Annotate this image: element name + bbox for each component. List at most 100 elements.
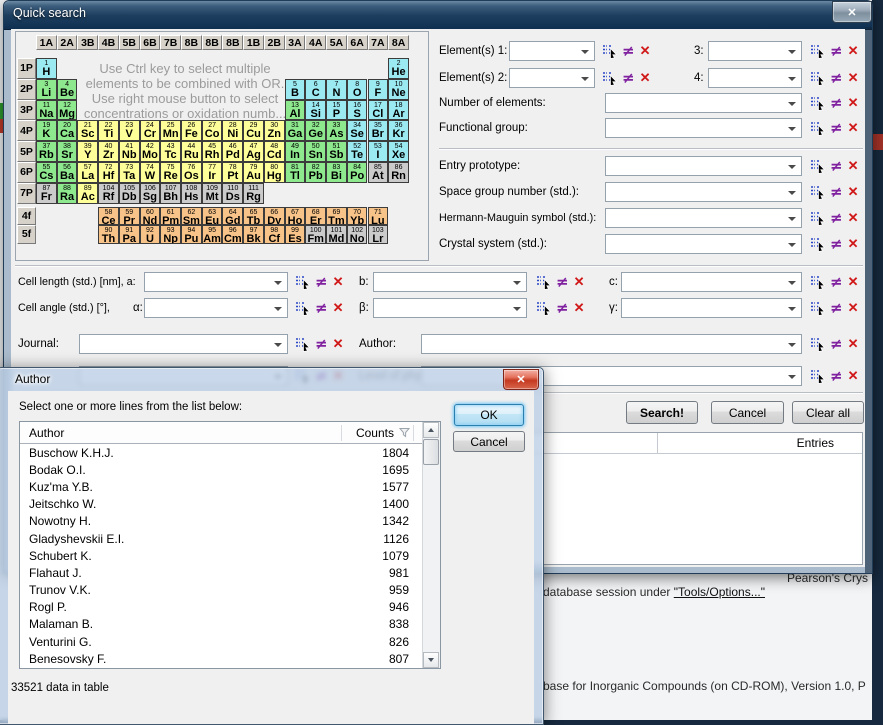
select-from-list-icon[interactable] — [601, 43, 617, 59]
journal-combo[interactable] — [79, 334, 288, 354]
author-list-item[interactable]: Bodak O.I. 1695 — [20, 461, 422, 478]
element-cell[interactable]: 42 Mo — [140, 141, 161, 162]
element-cell[interactable]: 23 V — [119, 120, 140, 141]
element-cell[interactable]: 71 Lu — [368, 207, 389, 226]
group-header[interactable]: 8B — [202, 35, 223, 50]
not-equal-icon[interactable]: ≠ — [830, 336, 843, 352]
element2-combo[interactable] — [509, 68, 595, 88]
element-cell[interactable]: 97 Bk — [243, 225, 264, 244]
functional-group-combo[interactable] — [605, 118, 802, 138]
element-cell[interactable]: 37 Rb — [36, 141, 57, 162]
element-cell[interactable]: 63 Eu — [202, 207, 223, 226]
group-header[interactable]: 3B — [77, 35, 98, 50]
element-cell[interactable]: 2 He — [388, 58, 409, 79]
element-cell[interactable]: 1 H — [36, 58, 57, 79]
element-cell[interactable]: 66 Dy — [264, 207, 285, 226]
group-header[interactable]: 8B — [181, 35, 202, 50]
element-cell[interactable]: 72 Hf — [98, 162, 119, 183]
not-equal-icon[interactable]: ≠ — [315, 274, 328, 290]
element-cell[interactable]: 79 Au — [243, 162, 264, 183]
not-equal-icon[interactable]: ≠ — [830, 274, 843, 290]
period-row-header[interactable]: 4P — [17, 120, 36, 141]
cell-a-combo[interactable] — [144, 272, 288, 292]
element-cell[interactable]: 47 Ag — [243, 141, 264, 162]
scroll-up-button[interactable] — [423, 422, 439, 438]
element-cell[interactable]: 76 Os — [181, 162, 202, 183]
element-cell[interactable]: 11 Na — [36, 100, 57, 121]
clear-field-icon[interactable]: ✕ — [574, 274, 585, 290]
select-from-list-icon[interactable] — [809, 70, 825, 86]
element-cell[interactable]: 44 Ru — [181, 141, 202, 162]
clear-field-icon[interactable]: ✕ — [574, 300, 585, 316]
author-list-item[interactable]: Kuz'ma Y.B. 1577 — [20, 478, 422, 495]
element-cell[interactable]: 91 Pa — [119, 225, 140, 244]
element-cell[interactable]: 88 Ra — [57, 183, 78, 204]
clear-field-icon[interactable]: ✕ — [848, 158, 859, 174]
element-cell[interactable]: 19 K — [36, 120, 57, 141]
clear-all-button[interactable]: Clear all — [792, 401, 864, 424]
element-cell[interactable]: 59 Pr — [119, 207, 140, 226]
element1-combo[interactable] — [509, 41, 595, 61]
clear-field-icon[interactable]: ✕ — [848, 368, 859, 384]
element-cell[interactable]: 34 Se — [347, 120, 368, 141]
element-cell[interactable]: 75 Re — [160, 162, 181, 183]
element-cell[interactable]: 17 Cl — [368, 100, 389, 121]
element-cell[interactable]: 33 As — [326, 120, 347, 141]
close-button[interactable]: ✕ — [832, 1, 872, 23]
space-group-combo[interactable] — [605, 182, 802, 202]
element-cell[interactable]: 62 Sm — [181, 207, 202, 226]
element-cell[interactable]: 24 Cr — [140, 120, 161, 141]
element-cell[interactable]: 7 N — [326, 79, 347, 100]
select-from-list-icon[interactable] — [809, 336, 825, 352]
author-list-scrollbar[interactable] — [422, 422, 440, 668]
author-list-item[interactable]: Buschow K.H.J. 1804 — [20, 444, 422, 461]
element-cell[interactable]: 15 P — [326, 100, 347, 121]
element-cell[interactable]: 78 Pt — [222, 162, 243, 183]
scrollbar-thumb[interactable] — [423, 439, 439, 465]
element-cell[interactable]: 28 Ni — [222, 120, 243, 141]
author-close-button[interactable]: ✕ — [503, 369, 539, 390]
element-cell[interactable]: 90 Th — [98, 225, 119, 244]
clear-field-icon[interactable]: ✕ — [848, 274, 859, 290]
group-header[interactable]: 4B — [98, 35, 119, 50]
not-equal-icon[interactable]: ≠ — [315, 300, 328, 316]
period-row-header[interactable]: 3P — [17, 100, 36, 121]
select-from-list-icon[interactable] — [809, 158, 825, 174]
select-from-list-icon[interactable] — [809, 300, 825, 316]
element-cell[interactable]: 53 I — [368, 141, 389, 162]
element-cell[interactable]: 6 C — [305, 79, 326, 100]
not-equal-icon[interactable]: ≠ — [830, 236, 843, 252]
element-cell[interactable]: 77 Ir — [202, 162, 223, 183]
author-list-item[interactable]: Nowotny H. 1342 — [20, 513, 422, 530]
element-cell[interactable]: 64 Gd — [222, 207, 243, 226]
not-equal-icon[interactable]: ≠ — [315, 336, 328, 352]
beta-combo[interactable] — [373, 298, 527, 318]
element-cell[interactable]: 110 Ds — [222, 183, 243, 204]
element-cell[interactable]: 25 Mn — [160, 120, 181, 141]
element-cell[interactable]: 50 Sn — [305, 141, 326, 162]
select-from-list-icon[interactable] — [809, 274, 825, 290]
group-header[interactable]: 4A — [305, 35, 326, 50]
select-from-list-icon[interactable] — [294, 274, 310, 290]
quick-search-titlebar[interactable]: Quick search ✕ — [4, 1, 872, 30]
element-cell[interactable]: 46 Pd — [222, 141, 243, 162]
element-cell[interactable]: 83 Bi — [326, 162, 347, 183]
author-list-item[interactable]: Rogl P. 946 — [20, 599, 422, 616]
element-cell[interactable]: 92 U — [140, 225, 161, 244]
group-header[interactable]: 7B — [160, 35, 181, 50]
not-equal-icon[interactable]: ≠ — [622, 70, 635, 86]
element-cell[interactable]: 52 Te — [347, 141, 368, 162]
clear-field-icon[interactable]: ✕ — [848, 236, 859, 252]
clear-field-icon[interactable]: ✕ — [848, 184, 859, 200]
not-equal-icon[interactable]: ≠ — [830, 120, 843, 136]
element-cell[interactable]: 94 Pu — [181, 225, 202, 244]
element-cell[interactable]: 16 S — [347, 100, 368, 121]
period-row-header[interactable]: 6P — [17, 162, 36, 183]
select-from-list-icon[interactable] — [809, 95, 825, 111]
author-list-item[interactable]: Schubert K. 1079 — [20, 547, 422, 564]
author-dialog-titlebar[interactable]: Author ✕ — [0, 368, 543, 391]
group-header[interactable]: 5B — [119, 35, 140, 50]
clear-field-icon[interactable]: ✕ — [848, 120, 859, 136]
element-cell[interactable]: 101 Md — [326, 225, 347, 244]
element-cell[interactable]: 36 Kr — [388, 120, 409, 141]
